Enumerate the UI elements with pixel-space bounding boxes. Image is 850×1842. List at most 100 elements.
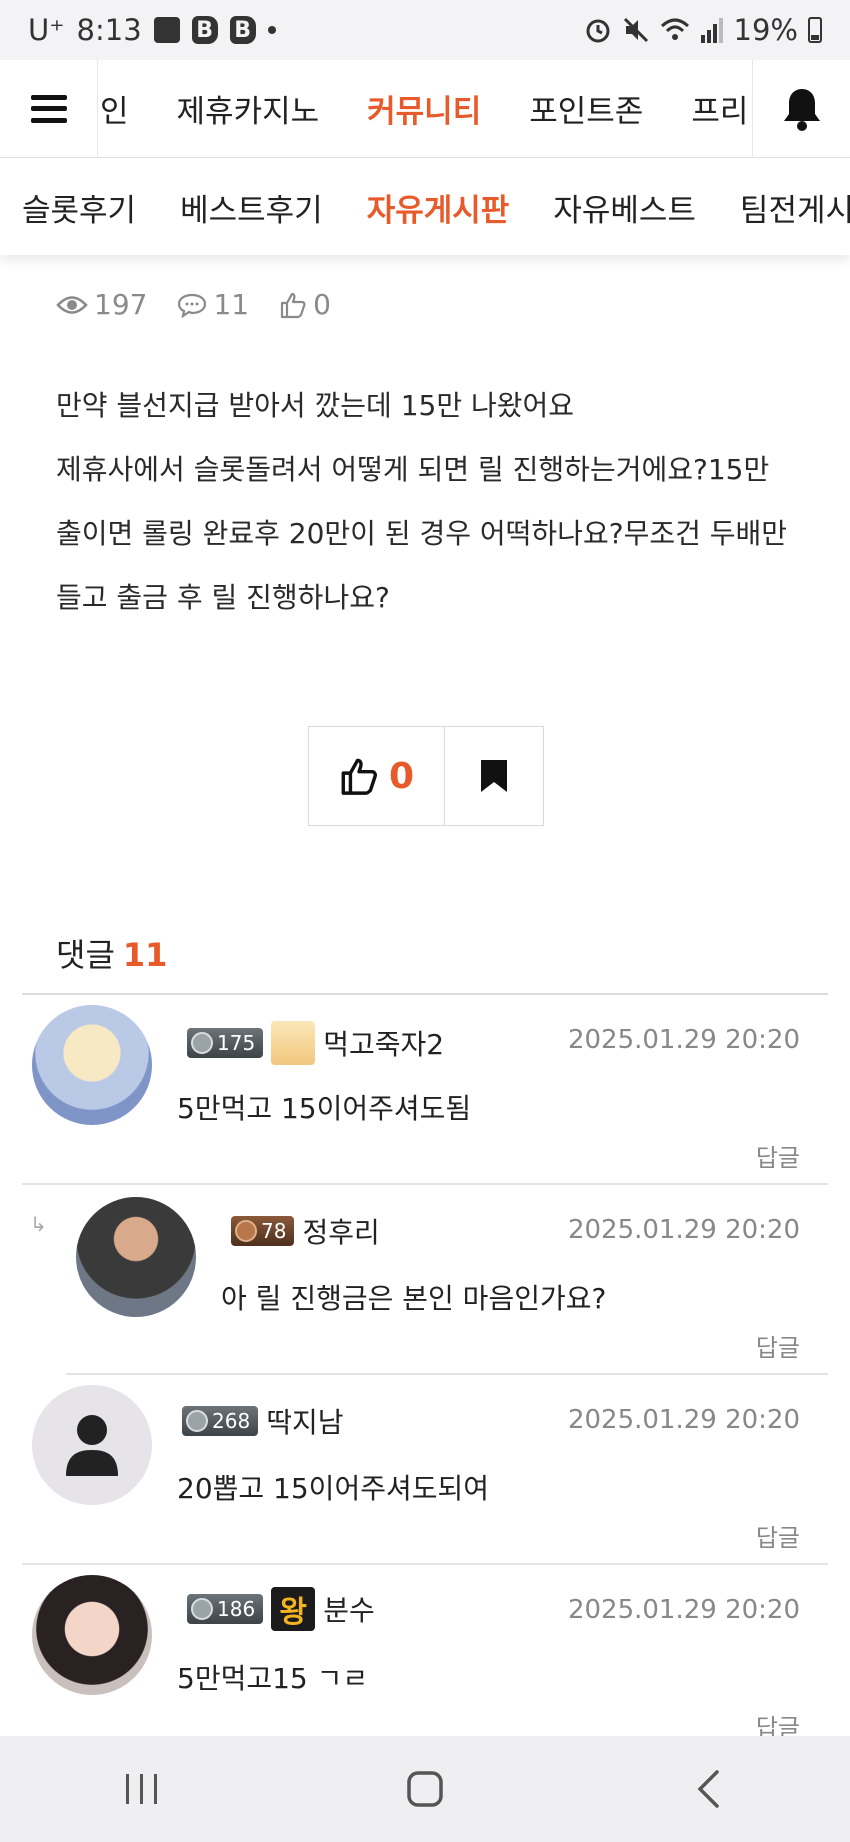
like-count-value: 0 — [313, 288, 331, 321]
like-button-count: 0 — [388, 755, 415, 797]
avatar[interactable] — [32, 1005, 152, 1125]
bookmark-icon — [481, 760, 507, 792]
home-button[interactable] — [385, 1749, 465, 1829]
comment-date: 2025.01.29 20:20 — [567, 1025, 800, 1055]
battery-icon — [808, 17, 822, 43]
like-count: 0 — [279, 288, 331, 321]
level-emblem-icon — [191, 1032, 213, 1054]
sub-tab-best-review[interactable]: 베스트후기 — [158, 185, 345, 230]
battery-percent: 19% — [733, 13, 798, 47]
profile-thumbnail-icon — [271, 1021, 316, 1065]
comment-date: 2025.01.29 20:20 — [567, 1405, 800, 1435]
nickname[interactable]: 먹고죽자2 — [323, 1023, 444, 1063]
user-icon — [66, 1415, 118, 1476]
sub-nav: 슬롯후기 베스트후기 자유게시판 자유베스트 팀전게시 — [0, 159, 850, 255]
comment-count-value: 11 — [213, 288, 250, 321]
post-line: 제휴사에서 슬롯돌려서 어떻게 되면 릴 진행하는거에요?15만 — [56, 453, 770, 486]
post-line: 만약 블선지급 받아서 깠는데 15만 나왔어요 — [56, 389, 575, 422]
reply-arrow-icon: ↳ — [30, 1212, 47, 1236]
comments-label: 댓글 — [56, 936, 115, 974]
comment-bubble-icon — [178, 293, 207, 318]
comment-author: 268 딱지남 — [182, 1401, 343, 1441]
recent-apps-button[interactable] — [102, 1749, 182, 1829]
level-value: 268 — [212, 1409, 251, 1433]
level-badge: 268 — [182, 1406, 259, 1436]
menu-button[interactable] — [0, 59, 98, 158]
view-count-value: 197 — [94, 288, 148, 321]
notification-button[interactable] — [752, 59, 850, 158]
nav-item-community[interactable]: 커뮤니티 — [343, 86, 505, 131]
avatar[interactable] — [76, 1197, 196, 1317]
wifi-icon — [660, 18, 689, 40]
like-button[interactable]: 0 — [309, 727, 445, 825]
recent-apps-icon — [125, 1774, 157, 1804]
post-body: 만약 블선지급 받아서 깠는데 15만 나왔어요 제휴사에서 슬롯돌려서 어떻게… — [56, 374, 816, 630]
sub-tab-team-board[interactable]: 팀전게시 — [718, 185, 850, 230]
level-value: 78 — [261, 1219, 287, 1243]
comment-date: 2025.01.29 20:20 — [567, 1595, 800, 1625]
system-nav-bar — [0, 1736, 850, 1842]
comment-text: 20뽑고 15이어주셔도되여 — [177, 1472, 489, 1505]
top-nav: 인 제휴카지노 커뮤니티 포인트존 프리 — [0, 59, 850, 158]
nickname[interactable]: 정후리 — [302, 1211, 379, 1251]
hamburger-icon — [30, 94, 67, 123]
sub-tab-free-best[interactable]: 자유베스트 — [531, 185, 718, 230]
post-actions: 0 — [308, 726, 544, 826]
b-app-icon: B — [191, 16, 218, 44]
post-line: 출이면 롤링 완료후 20만이 된 경우 어떡하나요?무조건 두배만 — [56, 517, 788, 550]
status-bar: U⁺ 8:13 B B 19% — [0, 0, 850, 60]
carrier-label: U⁺ — [28, 13, 65, 47]
gallery-icon — [153, 17, 180, 43]
alarm-icon — [586, 19, 610, 43]
nav-item-point-zone[interactable]: 포인트존 — [505, 86, 667, 131]
sub-tab-slot-review[interactable]: 슬롯후기 — [0, 185, 158, 230]
view-count: 197 — [56, 288, 147, 321]
nav-item-free[interactable]: 프리 — [667, 86, 752, 131]
default-avatar[interactable] — [32, 1385, 152, 1505]
bookmark-button[interactable] — [445, 727, 543, 825]
comment-author: 175 먹고죽자2 — [187, 1021, 444, 1065]
level-badge: 78 — [231, 1216, 295, 1246]
back-button[interactable] — [668, 1749, 748, 1829]
nav-item-partner-casino[interactable]: 제휴카지노 — [153, 86, 344, 131]
avatar[interactable] — [32, 1575, 152, 1695]
comment-date: 2025.01.29 20:20 — [567, 1215, 800, 1245]
level-emblem-icon — [191, 1598, 213, 1620]
comment-item: 268 딱지남 2025.01.29 20:20 20뽑고 15이어주셔도되여 … — [22, 1375, 828, 1565]
level-badge: 186 — [187, 1594, 264, 1624]
signal-icon — [700, 18, 723, 43]
notification-dot-icon — [267, 26, 276, 34]
reply-button[interactable]: 답글 — [756, 1518, 800, 1553]
king-badge-icon: 왕 — [271, 1587, 316, 1631]
comment-count: 11 — [177, 288, 249, 321]
comment-text: 아 릴 진행금은 본인 마음인가요? — [221, 1282, 607, 1315]
nickname[interactable]: 분수 — [323, 1589, 375, 1629]
b-app-icon-2: B — [229, 16, 256, 44]
comment-text: 5만먹고15 ㄱㄹ — [177, 1662, 369, 1695]
level-value: 175 — [217, 1031, 256, 1055]
thumbs-up-outline-icon — [280, 292, 306, 318]
comment-item: 186 왕 분수 2025.01.29 20:20 5만먹고15 ㄱㄹ 답글 — [22, 1565, 828, 1736]
reply-button[interactable]: 답글 — [756, 1328, 800, 1363]
comments-count: 11 — [122, 936, 168, 974]
reply-button[interactable]: 답글 — [756, 1138, 800, 1173]
comment-reply-item: 78 정후리 2025.01.29 20:20 아 릴 진행금은 본인 마음인가… — [66, 1185, 828, 1375]
level-emblem-icon — [186, 1410, 208, 1432]
mute-icon — [623, 17, 648, 43]
post-line: 들고 출금 후 릴 진행하나요? — [56, 581, 390, 614]
level-value: 186 — [217, 1597, 256, 1621]
home-icon — [407, 1771, 443, 1807]
thumbs-up-icon — [341, 758, 377, 795]
sub-tab-free-board[interactable]: 자유게시판 — [345, 185, 532, 230]
bell-icon — [783, 88, 820, 131]
comment-author: 186 왕 분수 — [187, 1587, 375, 1631]
eye-icon — [56, 295, 88, 314]
reply-button[interactable]: 답글 — [756, 1708, 800, 1736]
post-stats: 197 11 0 — [56, 288, 331, 321]
nav-item-partial[interactable]: 인 — [98, 86, 153, 131]
nickname[interactable]: 딱지남 — [266, 1401, 343, 1441]
clock: 8:13 — [76, 13, 142, 47]
comment-item: 175 먹고죽자2 2025.01.29 20:20 5만먹고 15이어주셔도됨… — [22, 995, 828, 1185]
back-icon — [697, 1770, 720, 1808]
comment-author: 78 정후리 — [231, 1211, 380, 1251]
